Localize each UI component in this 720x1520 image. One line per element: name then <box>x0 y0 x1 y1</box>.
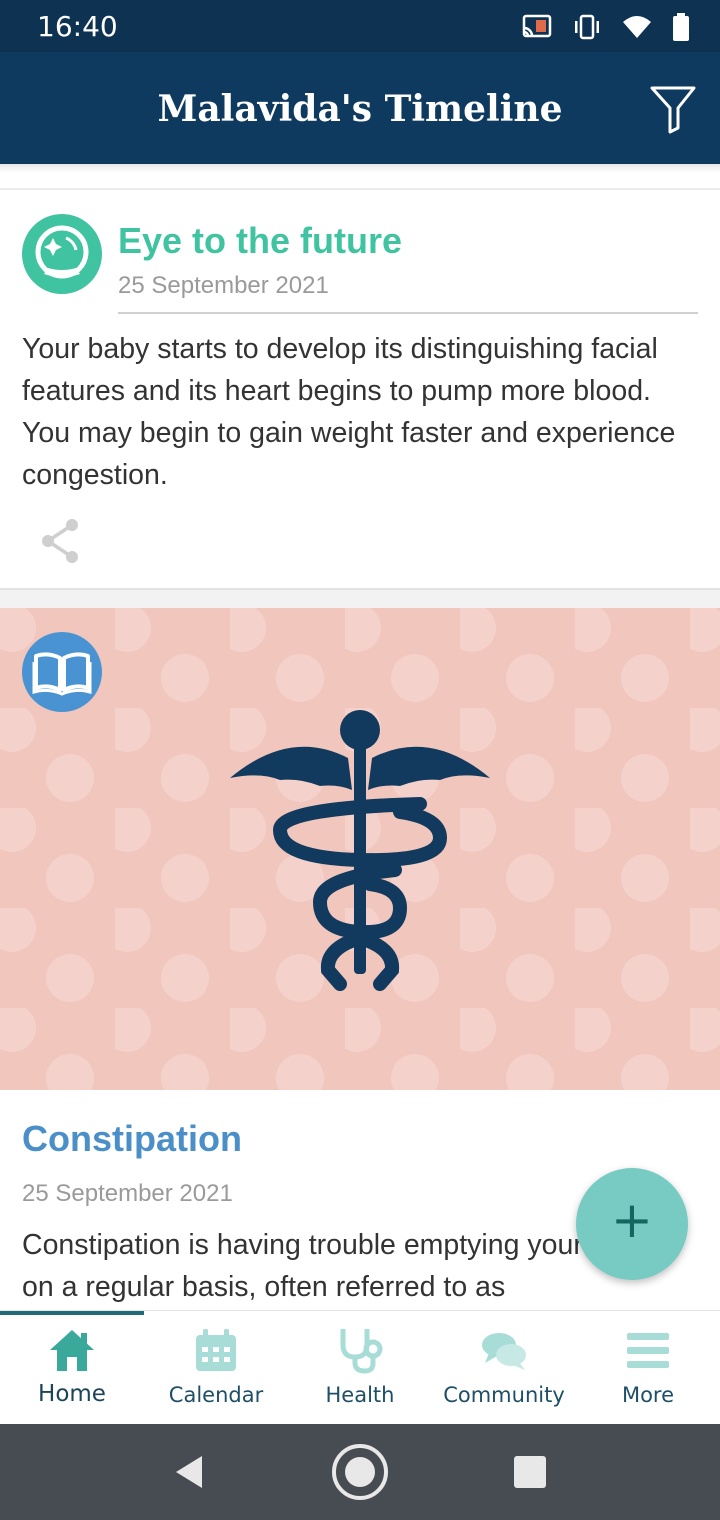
book-icon <box>22 632 102 712</box>
app-bar-shadow <box>0 164 720 172</box>
card-date: 25 September 2021 <box>118 272 329 299</box>
card-divider <box>118 312 698 314</box>
app-bar: Malavida's Timeline <box>0 52 720 164</box>
wifi-icon <box>623 16 651 38</box>
nav-label: Health <box>325 1383 395 1407</box>
card-hero-image[interactable] <box>0 608 720 1090</box>
status-time: 16:40 <box>37 10 118 43</box>
nav-label: More <box>621 1383 675 1407</box>
add-button[interactable]: + <box>576 1168 688 1280</box>
card-date: 25 September 2021 <box>22 1180 233 1207</box>
nav-label: Community <box>443 1383 565 1407</box>
nav-item-community[interactable]: Community <box>432 1311 576 1425</box>
battery-icon <box>673 13 689 41</box>
nav-item-more[interactable]: More <box>576 1311 720 1425</box>
stethoscope-icon <box>340 1329 383 1374</box>
nav-item-calendar[interactable]: Calendar <box>144 1311 288 1425</box>
crystal-ball-icon <box>22 214 102 294</box>
status-bar: 16:40 <box>0 0 720 52</box>
status-icons <box>522 12 690 42</box>
bottom-nav: Home Calendar Health Community More <box>0 1310 720 1425</box>
card-separator <box>0 588 720 610</box>
plus-icon: + <box>611 1191 653 1249</box>
calendar-icon <box>196 1329 236 1371</box>
caduceus-icon <box>230 710 490 991</box>
menu-icon <box>627 1333 669 1368</box>
home-icon <box>50 1330 94 1371</box>
card-title[interactable]: Constipation <box>22 1118 242 1160</box>
nav-item-home[interactable]: Home <box>0 1311 144 1425</box>
timeline-card-eye-to-the-future[interactable]: Eye to the future 25 September 2021 Your… <box>0 190 720 588</box>
recents-icon[interactable] <box>513 1455 547 1489</box>
home-circle-icon[interactable] <box>330 1442 390 1502</box>
page-title: Malavida's Timeline <box>157 88 563 130</box>
filter-icon[interactable] <box>648 82 698 136</box>
nav-label: Calendar <box>168 1383 264 1407</box>
vibrate-icon <box>575 14 599 40</box>
cast-icon <box>522 14 552 38</box>
nav-item-health[interactable]: Health <box>288 1311 432 1425</box>
chat-bubbles-icon <box>482 1333 526 1370</box>
card-title: Eye to the future <box>118 220 403 261</box>
share-icon[interactable] <box>38 516 84 566</box>
nav-label: Home <box>38 1381 106 1407</box>
back-icon[interactable] <box>172 1454 206 1490</box>
card-body: Your baby starts to develop its distingu… <box>22 333 676 491</box>
system-nav-bar <box>0 1424 720 1520</box>
